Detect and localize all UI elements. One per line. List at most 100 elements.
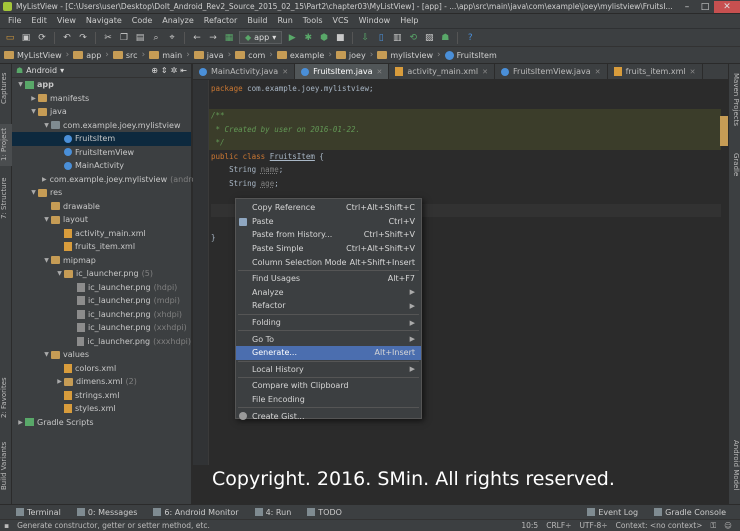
avd-manager-icon[interactable]: ▯ <box>375 32 387 44</box>
collapse-arrow-icon[interactable]: ▶ <box>55 378 64 385</box>
editor-tab[interactable]: fruits_item.xml ✕ <box>608 64 703 79</box>
tree-item[interactable]: ▶ manifests <box>12 92 191 106</box>
tree-item[interactable]: ic_launcher.png (xxxhdpi) <box>12 335 191 349</box>
tree-item[interactable]: ▼ mipmap <box>12 254 191 268</box>
expand-arrow-icon[interactable]: ▼ <box>29 108 38 115</box>
editor-tab[interactable]: activity_main.xml ✕ <box>389 64 496 79</box>
sync-icon[interactable]: ⟳ <box>36 32 48 44</box>
tree-item[interactable]: ic_launcher.png (mdpi) <box>12 294 191 308</box>
context-menu-item[interactable]: Analyze ▶ <box>236 286 421 300</box>
tree-item[interactable]: FruitsItem <box>12 132 191 146</box>
context-menu-item[interactable]: Compare with Clipboard <box>236 379 421 393</box>
breadcrumb-item[interactable]: mylistview <box>377 51 433 60</box>
menu-item-navigate[interactable]: Navigate <box>81 14 127 28</box>
chevron-down-icon[interactable]: ▾ <box>60 66 64 75</box>
tree-item[interactable]: ▼ com.example.joey.mylistview <box>12 119 191 133</box>
tree-item[interactable]: ▼ ic_launcher.png (5) <box>12 267 191 281</box>
breadcrumb-item[interactable]: example <box>276 51 324 60</box>
close-tab-icon[interactable]: ✕ <box>690 68 696 76</box>
warning-marker[interactable] <box>720 116 728 146</box>
close-tab-icon[interactable]: ✕ <box>282 68 288 76</box>
stop-icon[interactable]: ■ <box>334 32 346 44</box>
editor-tab[interactable]: MainActivity.java ✕ <box>193 64 296 79</box>
context-indicator[interactable]: Context: <no context> <box>616 521 703 530</box>
tree-item[interactable]: FruitsItemView <box>12 146 191 160</box>
tool-window-button[interactable]: Event Log <box>587 508 638 517</box>
tool-window-button[interactable]: Gradle Console <box>654 508 726 517</box>
tree-item[interactable]: ▶ Gradle Scripts <box>12 416 191 430</box>
tool-window-button[interactable]: 4: Run <box>254 508 291 517</box>
paste-icon[interactable]: ▤ <box>134 32 146 44</box>
tree-item[interactable]: ic_launcher.png (xxhdpi) <box>12 321 191 335</box>
expand-arrow-icon[interactable]: ▼ <box>42 351 51 358</box>
run-config-select[interactable]: ◆ app ▾ <box>239 31 283 44</box>
tree-item[interactable]: ▶ dimens.xml (2) <box>12 375 191 389</box>
expand-arrow-icon[interactable]: ▼ <box>29 189 38 196</box>
context-menu-item[interactable]: Column Selection Mode Alt+Shift+Insert <box>236 255 421 269</box>
tree-item[interactable]: colors.xml <box>12 362 191 376</box>
collapse-icon[interactable]: ⇕ <box>161 66 168 75</box>
expand-arrow-icon[interactable]: ▼ <box>42 257 51 264</box>
tree-item[interactable]: ▶ com.example.joey.mylistview (andro <box>12 173 196 187</box>
android-icon[interactable]: ☗ <box>439 32 451 44</box>
expand-arrow-icon[interactable]: ▼ <box>42 122 51 129</box>
expand-arrow-icon[interactable]: ▼ <box>16 81 25 88</box>
menu-item-tools[interactable]: Tools <box>298 14 328 28</box>
tree-item[interactable]: fruits_item.xml <box>12 240 191 254</box>
breadcrumb-item[interactable]: FruitsItem <box>444 50 497 60</box>
breadcrumb-item[interactable]: main <box>149 51 182 60</box>
back-icon[interactable]: ← <box>191 32 203 44</box>
tool-window-button[interactable]: Terminal <box>16 508 61 517</box>
context-menu-item[interactable]: Folding ▶ <box>236 316 421 330</box>
collapse-arrow-icon[interactable]: ▶ <box>16 419 25 426</box>
tool-window-button[interactable]: 0: Messages <box>76 508 137 517</box>
tree-item[interactable]: ▼ java <box>12 105 191 119</box>
tree-item[interactable]: strings.xml <box>12 389 191 403</box>
maximize-button[interactable]: □ <box>696 1 714 13</box>
gear-icon[interactable]: ✲ <box>171 66 178 75</box>
forward-icon[interactable]: → <box>207 32 219 44</box>
minimize-button[interactable]: – <box>678 1 696 13</box>
replace-icon[interactable]: ⌖ <box>166 32 178 44</box>
gradle-sync-icon[interactable]: ⟲ <box>407 32 419 44</box>
breadcrumb-item[interactable]: MyListView <box>4 51 62 60</box>
copy-icon[interactable]: ❐ <box>118 32 130 44</box>
context-menu-item[interactable]: Create Gist... <box>236 409 421 423</box>
context-menu-item[interactable]: Refactor ▶ <box>236 299 421 313</box>
close-tab-icon[interactable]: ✕ <box>595 68 601 76</box>
menu-item-run[interactable]: Run <box>272 14 297 28</box>
project-structure-icon[interactable]: ▥ <box>391 32 403 44</box>
tree-item[interactable]: ▼ res <box>12 186 191 200</box>
line-separator[interactable]: CRLF÷ <box>546 521 571 530</box>
editor-tab[interactable]: FruitsItemView.java ✕ <box>495 64 608 79</box>
file-encoding[interactable]: UTF-8÷ <box>579 521 607 530</box>
redo-icon[interactable]: ↷ <box>77 32 89 44</box>
find-icon[interactable]: ⌕ <box>150 32 162 44</box>
context-menu-item[interactable]: Paste Simple Ctrl+Alt+Shift+V <box>236 242 421 256</box>
expand-arrow-icon[interactable]: ▼ <box>42 216 51 223</box>
android-model-tab[interactable]: Android Model <box>728 434 740 496</box>
menu-item-file[interactable]: File <box>3 14 26 28</box>
context-menu-item[interactable]: Local History ▶ <box>236 363 421 377</box>
open-folder-icon[interactable]: ▭ <box>4 32 16 44</box>
context-menu-item[interactable]: Go To ▶ <box>236 332 421 346</box>
context-menu-item[interactable]: Find Usages Alt+F7 <box>236 272 421 286</box>
context-menu-item[interactable]: Generate... Alt+Insert <box>236 345 421 360</box>
collapse-arrow-icon[interactable]: ▶ <box>42 176 47 183</box>
tree-item[interactable]: ▼ app <box>12 78 191 92</box>
menu-item-window[interactable]: Window <box>354 14 396 28</box>
run-icon[interactable]: ▶ <box>286 32 298 44</box>
menu-item-code[interactable]: Code <box>127 14 157 28</box>
close-tab-icon[interactable]: ✕ <box>376 68 382 76</box>
lock-icon[interactable]: ⚿ <box>710 521 716 531</box>
breadcrumb-item[interactable]: joey <box>335 51 366 60</box>
menu-item-vcs[interactable]: VCS <box>328 14 354 28</box>
tree-item[interactable]: ▼ values <box>12 348 191 362</box>
context-menu-item[interactable]: Paste from History... Ctrl+Shift+V <box>236 228 421 242</box>
attach-debugger-icon[interactable]: ⬢ <box>318 32 330 44</box>
menu-item-view[interactable]: View <box>52 14 81 28</box>
tree-item[interactable]: ic_launcher.png (hdpi) <box>12 281 191 295</box>
hide-icon[interactable]: ⇤ <box>180 66 187 75</box>
tree-item[interactable]: ic_launcher.png (xhdpi) <box>12 308 191 322</box>
project-tab[interactable]: 1: Project <box>0 124 12 166</box>
